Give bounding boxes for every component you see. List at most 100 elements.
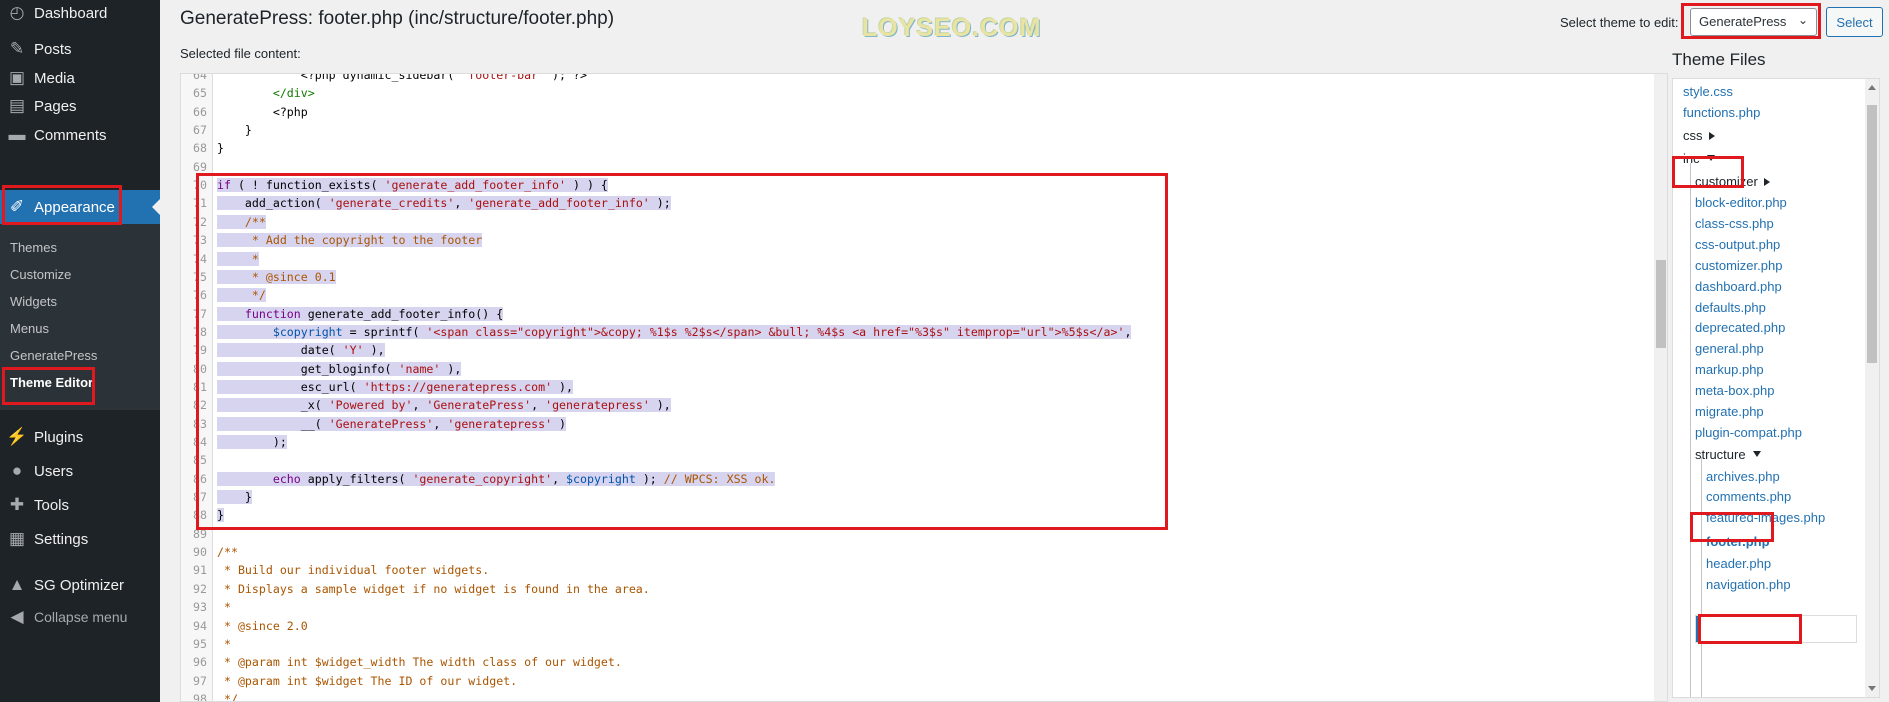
tree-css-output-php[interactable]: css-output.php xyxy=(1695,237,1780,252)
code-line[interactable]: 86 echo apply_filters( 'generate_copyrig… xyxy=(181,470,1601,488)
code-line[interactable]: 73 * Add the copyright to the footer xyxy=(181,231,1601,249)
code-line[interactable]: 94 * @since 2.0 xyxy=(181,617,1601,635)
tree-structure[interactable]: structure xyxy=(1695,447,1761,462)
tree-plugin-compat-php[interactable]: plugin-compat.php xyxy=(1695,425,1802,440)
code-line[interactable]: 64 <?php dynamic_sidebar( 'footer-bar' )… xyxy=(181,74,1601,84)
tree-customizer-php[interactable]: customizer.php xyxy=(1695,258,1782,273)
tree-customizer[interactable]: customizer xyxy=(1695,174,1770,189)
code-line[interactable]: 95 * xyxy=(181,635,1601,653)
code-line[interactable]: 90 /** xyxy=(181,543,1601,561)
tree-featured-images-php[interactable]: featured-images.php xyxy=(1706,510,1825,525)
tree-item-label: markup.php xyxy=(1695,362,1764,377)
code-line[interactable]: 88} xyxy=(181,506,1601,524)
code-line[interactable]: 69 xyxy=(181,158,1601,176)
scroll-down-icon[interactable] xyxy=(1868,686,1876,691)
code-line[interactable]: 89 xyxy=(181,525,1601,543)
code-line[interactable]: 92 * Displays a sample widget if no widg… xyxy=(181,580,1601,598)
tree-migrate-php[interactable]: migrate.php xyxy=(1695,404,1764,419)
tree-inc[interactable]: inc xyxy=(1683,151,1715,166)
code-line[interactable]: 68} xyxy=(181,139,1601,157)
submenu-menus[interactable]: Menus xyxy=(10,321,49,336)
code-line[interactable]: 82 _x( 'Powered by', 'GeneratePress', 'g… xyxy=(181,396,1601,414)
scroll-up-icon[interactable] xyxy=(1868,85,1876,90)
submenu-theme-editor[interactable]: Theme Editor xyxy=(10,375,93,390)
code-line[interactable]: 96 * @param int $widget_width The width … xyxy=(181,653,1601,671)
line-number: 78 xyxy=(193,324,207,339)
code-line[interactable]: 85 xyxy=(181,451,1601,469)
menu-comments[interactable]: ▬ Comments xyxy=(0,118,160,152)
tree-defaults-php[interactable]: defaults.php xyxy=(1695,300,1766,315)
code-line[interactable]: 65 </div> xyxy=(181,84,1601,102)
line-number: 83 xyxy=(193,416,207,431)
code-editor[interactable]: 64 <?php dynamic_sidebar( 'footer-bar' )… xyxy=(180,73,1668,702)
menu-appearance[interactable]: ✐ Appearance xyxy=(0,190,160,224)
code-line[interactable]: 74 * xyxy=(181,250,1601,268)
settings-icon: ▦ xyxy=(8,529,26,548)
menu-dashboard[interactable]: ◴ Dashboard xyxy=(0,0,160,30)
tree-css[interactable]: css xyxy=(1683,128,1715,143)
code-line[interactable]: 91 * Build our individual footer widgets… xyxy=(181,561,1601,579)
code-line[interactable]: 75 * @since 0.1 xyxy=(181,268,1601,286)
menu-sg-optimizer[interactable]: ▲ SG Optimizer xyxy=(0,568,160,602)
tree-comments-php[interactable]: comments.php xyxy=(1706,489,1791,504)
code-line[interactable]: 80 get_bloginfo( 'name' ), xyxy=(181,360,1601,378)
tree-dashboard-php[interactable]: dashboard.php xyxy=(1695,279,1782,294)
line-number: 68 xyxy=(193,141,207,156)
submenu-customize[interactable]: Customize xyxy=(10,267,71,282)
code-line[interactable]: 98 */ xyxy=(181,690,1601,701)
tree-functions-php[interactable]: functions.php xyxy=(1683,105,1760,120)
menu-tools[interactable]: ✚ Tools xyxy=(0,488,160,522)
theme-select-label: Select theme to edit: xyxy=(1560,15,1679,30)
menu-plugins[interactable]: ⚡ Plugins xyxy=(0,420,160,454)
submenu-generatepress[interactable]: GeneratePress xyxy=(10,348,97,363)
code-line[interactable]: 84 ); xyxy=(181,433,1601,451)
scrollbar-thumb[interactable] xyxy=(1867,105,1877,363)
tree-item-label: navigation.php xyxy=(1706,577,1791,592)
code-line[interactable]: 76 */ xyxy=(181,286,1601,304)
tree-style-css[interactable]: style.css xyxy=(1683,84,1733,99)
tree-header-php[interactable]: header.php xyxy=(1706,556,1771,571)
line-number: 67 xyxy=(193,123,207,138)
tree-markup-php[interactable]: markup.php xyxy=(1695,362,1764,377)
tree-footer-php[interactable]: footer.php xyxy=(1706,534,1770,549)
code-line[interactable]: 70 if ( ! function_exists( 'generate_add_… xyxy=(181,176,1601,194)
menu-settings[interactable]: ▦ Settings xyxy=(0,522,160,556)
select-button[interactable]: Select xyxy=(1826,7,1883,37)
code-line[interactable]: 77 function generate_add_footer_info() { xyxy=(181,305,1601,323)
page-title: GeneratePress: footer.php (inc/structure… xyxy=(180,8,615,29)
code-line[interactable]: 93 * xyxy=(181,598,1601,616)
tree-meta-box-php[interactable]: meta-box.php xyxy=(1695,383,1775,398)
tree-item-label: plugin-compat.php xyxy=(1695,425,1802,440)
code-line[interactable]: 97 * @param int $widget The ID of our wi… xyxy=(181,672,1601,690)
code-line[interactable]: 71 add_action( 'generate_credits', 'gene… xyxy=(181,194,1601,212)
code-text: </div> xyxy=(272,86,315,101)
code-line[interactable]: 87 } xyxy=(181,488,1601,506)
tree-class-css-php[interactable]: class-css.php xyxy=(1695,216,1774,231)
line-number: 96 xyxy=(193,655,207,670)
code-line[interactable]: 83 __( 'GeneratePress', 'generatepress' … xyxy=(181,415,1601,433)
submenu-widgets[interactable]: Widgets xyxy=(10,294,57,309)
tree-block-editor-php[interactable]: block-editor.php xyxy=(1695,195,1787,210)
tree-item-label: defaults.php xyxy=(1695,300,1766,315)
code-line[interactable]: 78 $copyright = sprintf( '<span class="c… xyxy=(181,323,1601,341)
tree-deprecated-php[interactable]: deprecated.php xyxy=(1695,320,1785,335)
tree-scrollbar[interactable] xyxy=(1865,79,1879,697)
tree-general-php[interactable]: general.php xyxy=(1695,341,1764,356)
code-line[interactable]: 79 date( 'Y' ), xyxy=(181,341,1601,359)
theme-select[interactable]: GeneratePress ⌄ xyxy=(1690,8,1817,36)
tree-item-label: customizer.php xyxy=(1695,258,1783,273)
submenu-themes[interactable]: Themes xyxy=(10,240,57,255)
code-text: add_action( 'generate_credits', 'generat… xyxy=(217,194,671,212)
tree-archives-php[interactable]: archives.php xyxy=(1706,469,1780,484)
scrollbar-thumb[interactable] xyxy=(1656,260,1666,348)
code-line[interactable]: 66 <?php xyxy=(181,103,1601,121)
tree-item-label: structure xyxy=(1695,447,1746,462)
collapse-menu-button[interactable]: ◀ Collapse menu xyxy=(0,600,160,634)
tree-navigation-php[interactable]: navigation.php xyxy=(1706,577,1791,592)
editor-scrollbar[interactable] xyxy=(1654,74,1667,701)
tree-guide-line xyxy=(1701,457,1702,697)
menu-users[interactable]: ● Users xyxy=(0,454,160,488)
code-line[interactable]: 81 esc_url( 'https://generatepress.com' … xyxy=(181,378,1601,396)
code-line[interactable]: 67 } xyxy=(181,121,1601,139)
code-line[interactable]: 72 /** xyxy=(181,213,1601,231)
